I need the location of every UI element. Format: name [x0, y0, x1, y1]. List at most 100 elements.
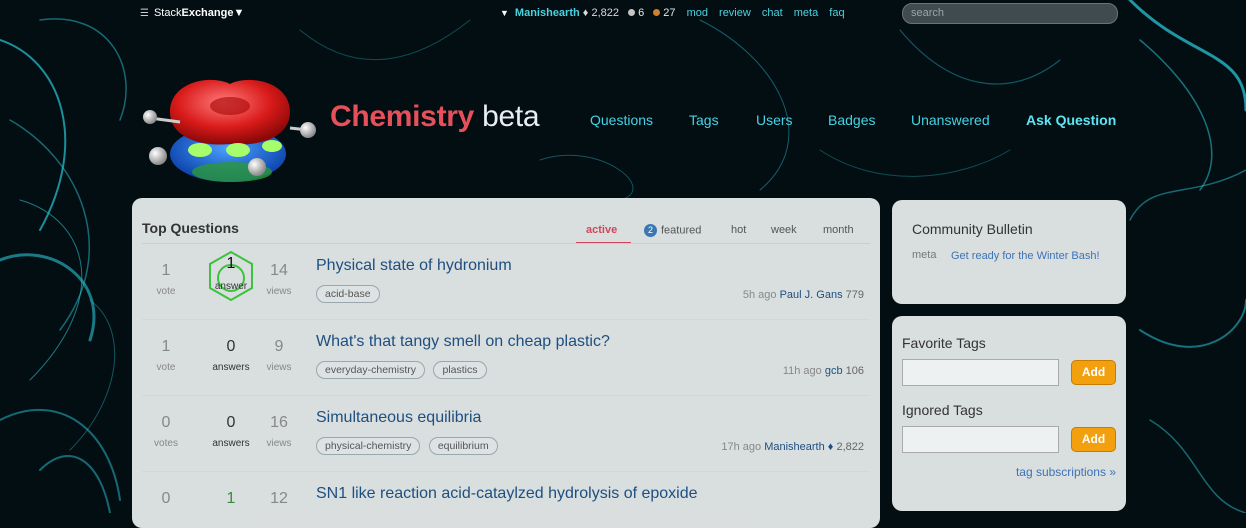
- ignored-tags-title: Ignored Tags: [902, 402, 983, 418]
- bulletin-item-link[interactable]: Get ready for the Winter Bash!: [951, 249, 1101, 264]
- bronze-badge-count: 27: [663, 7, 676, 19]
- question-title-link[interactable]: What's that tangy smell on cheap plastic…: [316, 333, 610, 351]
- link-meta[interactable]: meta: [794, 7, 818, 19]
- user-bar: ▼ Manishearth ♦ 2,822 6 27 mod review cha…: [500, 7, 845, 19]
- dropdown-caret-icon: ▼: [233, 7, 245, 19]
- menu-icon: ☰: [140, 8, 149, 19]
- tab-featured-label: featured: [661, 224, 702, 237]
- tags-panel: Favorite Tags Add Ignored Tags Add tag s…: [892, 316, 1126, 511]
- question-row: 1 vote 0 answers 9 views What's that tan…: [142, 320, 870, 396]
- site-name[interactable]: Chemistry beta: [330, 100, 540, 134]
- featured-count-badge: 2: [644, 224, 657, 237]
- site-name-beta: beta: [482, 100, 540, 133]
- username-link[interactable]: Manishearth: [515, 7, 580, 19]
- tab-active[interactable]: active: [586, 224, 617, 236]
- question-user-rep: 2,822: [836, 441, 864, 453]
- question-row: 1 vote 1 answer 14 views Physical state …: [142, 244, 870, 320]
- question-tags: acid-base: [316, 284, 384, 303]
- tab-week[interactable]: week: [771, 224, 797, 236]
- question-time[interactable]: 5h ago: [743, 289, 777, 301]
- tag-physical-chemistry[interactable]: physical-chemistry: [316, 437, 421, 455]
- ignored-tags-input[interactable]: [902, 426, 1059, 453]
- question-meta: 11h ago gcb 106: [783, 365, 864, 377]
- answer-count: 0 answers: [202, 414, 260, 449]
- question-time[interactable]: 17h ago: [721, 441, 761, 453]
- views-value: 16: [270, 414, 288, 431]
- question-row: 0 1 12 SN1 like reaction acid-cataylzed …: [142, 472, 870, 528]
- diamond-icon: ♦: [582, 7, 589, 19]
- chemistry-logo[interactable]: [140, 72, 320, 190]
- question-user-rep: 779: [845, 289, 864, 301]
- answers-label: answer: [214, 281, 248, 292]
- votes-value: 1: [161, 338, 171, 355]
- question-title-link[interactable]: Physical state of hydronium: [316, 257, 512, 275]
- link-faq[interactable]: faq: [829, 7, 844, 19]
- views-label: views: [266, 362, 292, 373]
- views-label: views: [266, 286, 292, 297]
- tab-month[interactable]: month: [823, 224, 854, 236]
- vote-count: 1 vote: [146, 338, 186, 373]
- view-count: 9 views: [259, 338, 299, 373]
- tab-hot[interactable]: hot: [731, 224, 746, 236]
- tag-everyday-chemistry[interactable]: everyday-chemistry: [316, 361, 426, 379]
- question-user-link[interactable]: Paul J. Gans: [780, 289, 843, 301]
- vote-count: 1 vote: [146, 262, 186, 297]
- reputation: 2,822: [591, 7, 619, 19]
- votes-label: votes: [154, 438, 178, 449]
- bulletin-item-label: meta: [912, 249, 937, 261]
- nav-users[interactable]: Users: [756, 112, 793, 128]
- question-title-link[interactable]: SN1 like reaction acid-cataylzed hydroly…: [316, 485, 698, 503]
- site-name-chemistry: Chemistry: [330, 100, 475, 133]
- bronze-badge-icon: [653, 9, 661, 17]
- favorite-tags-title: Favorite Tags: [902, 335, 986, 351]
- ask-question-button[interactable]: Ask Question: [1026, 112, 1116, 128]
- nav-badges[interactable]: Badges: [828, 112, 875, 128]
- community-bulletin-panel: Community Bulletin meta Get ready for th…: [892, 200, 1126, 304]
- bulletin-title: Community Bulletin: [912, 221, 1033, 237]
- top-questions-panel: Top Questions active 2 featured hot week …: [132, 198, 880, 528]
- link-mod[interactable]: mod: [687, 7, 708, 19]
- tab-featured[interactable]: 2 featured: [644, 224, 701, 237]
- link-chat[interactable]: chat: [762, 7, 783, 19]
- question-meta: 17h ago Manishearth ♦ 2,822: [721, 441, 864, 453]
- nav-questions[interactable]: Questions: [590, 112, 653, 128]
- answers-value: 1: [226, 255, 236, 272]
- votes-value: 1: [161, 262, 171, 279]
- votes-value: 0: [161, 414, 171, 431]
- answer-count: 1: [202, 490, 260, 508]
- top-bar: ☰ StackExchange▼ ▼ Manishearth ♦ 2,822 6 2…: [0, 0, 1246, 28]
- stackexchange-menu[interactable]: ☰ StackExchange▼: [140, 7, 244, 19]
- nav-tags[interactable]: Tags: [689, 112, 719, 128]
- answers-value: 0: [226, 414, 236, 431]
- search-input[interactable]: search: [902, 3, 1118, 24]
- tag-plastics[interactable]: plastics: [433, 361, 487, 379]
- question-user-link[interactable]: gcb: [825, 365, 843, 377]
- question-row: 0 votes 0 answers 16 views Simultaneous …: [142, 396, 870, 472]
- answers-label: answers: [212, 438, 250, 449]
- tag-equilibrium[interactable]: equilibrium: [428, 437, 498, 455]
- favorite-tags-input[interactable]: [902, 359, 1059, 386]
- answers-value: 0: [226, 338, 236, 355]
- views-value: 12: [270, 490, 288, 507]
- question-user-rep: 106: [845, 365, 864, 377]
- se-prefix: Stack: [153, 7, 182, 19]
- votes-label: vote: [156, 286, 176, 297]
- view-count: 16 views: [259, 414, 299, 449]
- views-label: views: [266, 438, 292, 449]
- answer-count: 0 answers: [202, 338, 260, 373]
- tag-subscriptions-link[interactable]: tag subscriptions »: [1016, 465, 1116, 479]
- add-ignored-tag-button[interactable]: Add: [1071, 427, 1116, 452]
- question-time[interactable]: 11h ago: [783, 365, 822, 377]
- votes-label: vote: [156, 362, 176, 373]
- link-review[interactable]: review: [719, 7, 751, 19]
- question-tags: everyday-chemistry plastics: [316, 360, 491, 379]
- nav-unanswered[interactable]: Unanswered: [911, 112, 990, 128]
- question-title-link[interactable]: Simultaneous equilibria: [316, 409, 481, 427]
- view-count: 14 views: [259, 262, 299, 297]
- silver-badge-icon: [628, 9, 636, 17]
- silver-badge-count: 6: [638, 7, 645, 19]
- tag-acid-base[interactable]: acid-base: [316, 285, 380, 303]
- add-favorite-tag-button[interactable]: Add: [1071, 360, 1116, 385]
- question-user-link[interactable]: Manishearth ♦: [764, 441, 833, 453]
- inbox-dropdown-icon[interactable]: ▼: [500, 8, 509, 18]
